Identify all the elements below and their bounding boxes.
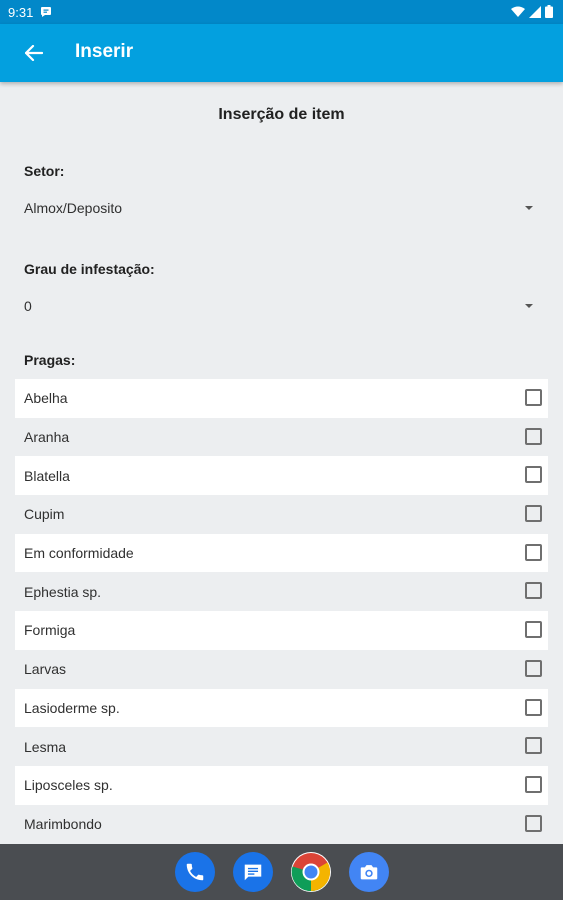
grau-value: 0: [24, 298, 32, 314]
pest-checkbox[interactable]: [525, 466, 542, 484]
pest-checkbox[interactable]: [525, 505, 542, 523]
phone-app-button[interactable]: [175, 852, 215, 892]
dock-bar: [0, 844, 563, 900]
pest-row-lesma[interactable]: Lesma: [15, 727, 548, 766]
pest-row-lasioderme[interactable]: Lasioderme sp.: [15, 688, 548, 728]
pest-row-formiga[interactable]: Formiga: [15, 611, 548, 650]
camera-app-button[interactable]: [349, 852, 389, 892]
camera-icon: [360, 865, 378, 880]
pest-label: Cupim: [24, 506, 65, 523]
pest-row-cupim[interactable]: Cupim: [15, 495, 548, 534]
pest-checkbox[interactable]: [525, 698, 542, 716]
pest-checkbox[interactable]: [525, 737, 542, 755]
signal-icon: [529, 5, 541, 18]
pest-checkbox[interactable]: [525, 389, 542, 406]
pest-checkbox[interactable]: [525, 775, 542, 793]
pest-label: Em conformidade: [24, 545, 134, 562]
pest-row-em-conformidade[interactable]: Em conformidade: [15, 533, 548, 573]
chat-notification-icon: [41, 7, 51, 17]
arrow-left-icon: [25, 45, 43, 61]
back-button[interactable]: [18, 39, 50, 67]
pest-row-liposceles[interactable]: Liposceles sp.: [15, 765, 548, 805]
form-content: Inserção de item Setor: Almox/Deposito G…: [0, 82, 563, 844]
chrome-app-button[interactable]: [291, 852, 331, 892]
pest-label: Larvas: [24, 661, 67, 678]
pest-list: Abelha Aranha Blatella Cupim Em conformi…: [15, 379, 548, 843]
pest-label: Aranha: [24, 429, 70, 446]
pest-label: Blatella: [24, 467, 70, 484]
pest-checkbox[interactable]: [525, 659, 542, 677]
status-time: 9:31: [8, 5, 34, 20]
pest-label: Lasioderme sp.: [24, 699, 120, 716]
pest-checkbox[interactable]: [525, 427, 542, 445]
app-title: Inserir: [75, 41, 134, 62]
pest-label: Marimbondo: [24, 815, 102, 832]
pest-row-ephestia[interactable]: Ephestia sp.: [15, 572, 548, 611]
dropdown-arrow-icon: [525, 304, 533, 308]
pest-checkbox[interactable]: [525, 582, 542, 600]
messages-icon: [244, 864, 262, 881]
status-bar: 9:31: [0, 0, 563, 24]
pest-label: Lesma: [24, 738, 67, 755]
status-icons: [511, 5, 553, 18]
pest-checkbox[interactable]: [525, 543, 542, 561]
dropdown-arrow-icon: [525, 206, 533, 210]
pest-label: Formiga: [24, 622, 76, 639]
pest-row-larvas[interactable]: Larvas: [15, 650, 548, 689]
pest-label: Liposceles sp.: [24, 777, 113, 794]
phone-icon: [186, 863, 204, 881]
setor-select[interactable]: Almox/Deposito: [14, 190, 549, 226]
pest-row-abelha[interactable]: Abelha: [15, 379, 548, 418]
wifi-icon: [511, 6, 525, 17]
grau-select[interactable]: 0: [14, 288, 549, 324]
pest-label: Ephestia sp.: [24, 583, 102, 600]
setor-value: Almox/Deposito: [24, 200, 123, 216]
pest-row-marimbondo[interactable]: Marimbondo: [15, 805, 548, 844]
form-title: Inserção de item: [218, 106, 345, 123]
pest-row-aranha[interactable]: Aranha: [15, 418, 548, 457]
grau-label: Grau de infestação:: [24, 261, 155, 277]
pest-checkbox[interactable]: [525, 621, 542, 639]
battery-icon: [545, 5, 553, 18]
app-bar: Inserir: [0, 24, 563, 82]
pest-checkbox[interactable]: [525, 814, 542, 832]
pest-label: Abelha: [24, 390, 68, 407]
setor-label: Setor:: [24, 163, 65, 179]
pragas-label: Pragas:: [24, 352, 76, 368]
messages-app-button[interactable]: [233, 852, 273, 892]
pest-row-blatella[interactable]: Blatella: [15, 456, 548, 496]
chrome-icon: [291, 853, 331, 892]
